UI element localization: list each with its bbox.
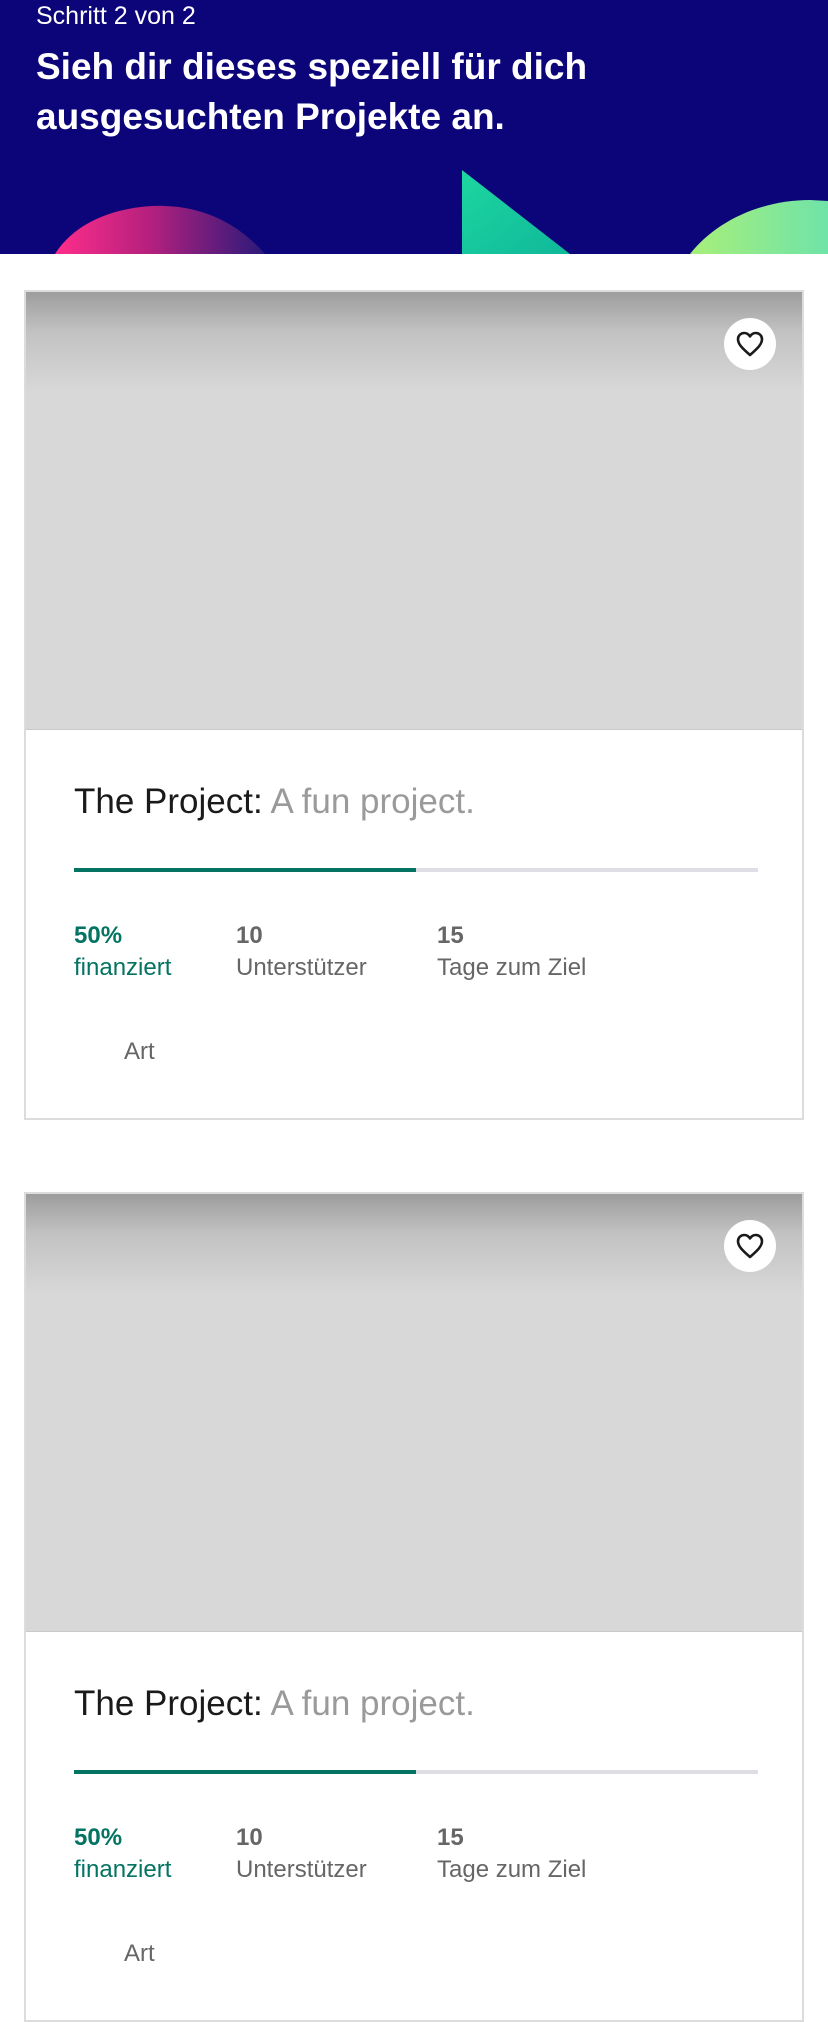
project-title[interactable]: The Project: A fun project. (74, 1682, 475, 1726)
category-tag[interactable]: Art (124, 1036, 155, 1068)
funded-stat: 50% finanziert (74, 1822, 171, 1886)
days-label: Tage zum Ziel (437, 954, 587, 981)
project-image-placeholder[interactable] (26, 292, 802, 730)
project-name: The Project: (74, 782, 263, 821)
project-blurb: A fun project. (270, 1684, 475, 1723)
funded-label: finanziert (74, 1856, 172, 1883)
save-project-button[interactable] (724, 318, 776, 370)
funded-stat: 50% finanziert (74, 920, 171, 984)
days-label: Tage zum Ziel (437, 1856, 587, 1883)
days-stat: 15 Tage zum Ziel (437, 920, 586, 984)
backers-value: 10 (236, 1824, 263, 1851)
step-indicator: Schritt 2 von 2 (36, 2, 196, 30)
heart-icon (736, 331, 764, 357)
backers-stat: 10 Unterstützer (236, 920, 367, 984)
project-card[interactable]: The Project: A fun project. 50% finanzie… (24, 290, 804, 1120)
funding-progress-fill (74, 1770, 416, 1774)
funding-progress-bar (74, 868, 758, 872)
backers-stat: 10 Unterstützer (236, 1822, 367, 1886)
category-tag[interactable]: Art (124, 1938, 155, 1970)
funding-progress-fill (74, 868, 416, 872)
project-card[interactable]: The Project: A fun project. 50% finanzie… (24, 1192, 804, 2022)
heart-icon (736, 1233, 764, 1259)
page-title: Sieh dir dieses speziell für dich ausges… (36, 46, 588, 137)
project-name: The Project: (74, 1684, 263, 1723)
onboarding-header: Schritt 2 von 2 Sieh dir dieses speziell… (0, 0, 828, 254)
days-value: 15 (437, 1824, 464, 1851)
funded-value: 50% (74, 1824, 123, 1851)
backers-value: 10 (236, 922, 263, 949)
save-project-button[interactable] (724, 1220, 776, 1272)
backers-label: Unterstützer (236, 1856, 367, 1883)
funding-progress-bar (74, 1770, 758, 1774)
project-blurb: A fun project. (270, 782, 475, 821)
backers-label: Unterstützer (236, 954, 367, 981)
days-value: 15 (437, 922, 464, 949)
project-title[interactable]: The Project: A fun project. (74, 780, 475, 824)
project-image-placeholder[interactable] (26, 1194, 802, 1632)
funded-label: finanziert (74, 954, 172, 981)
funded-value: 50% (74, 922, 123, 949)
days-stat: 15 Tage zum Ziel (437, 1822, 586, 1886)
